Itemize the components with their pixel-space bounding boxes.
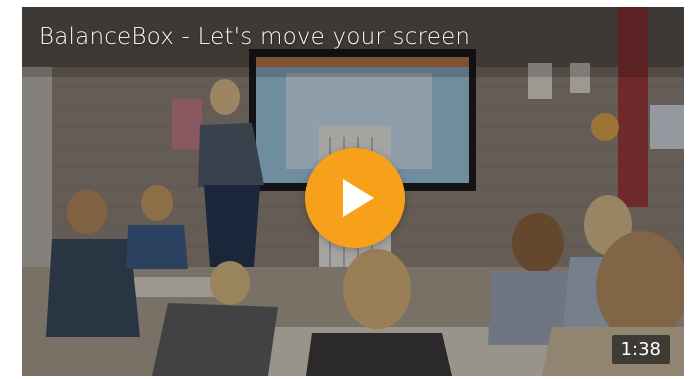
video-title: BalanceBox - Let's move your screen [39, 24, 471, 50]
play-icon [343, 179, 374, 217]
video-player[interactable]: BalanceBox - Let's move your screen 1:38 [22, 7, 684, 376]
play-button[interactable] [305, 148, 405, 248]
video-duration: 1:38 [611, 335, 670, 364]
